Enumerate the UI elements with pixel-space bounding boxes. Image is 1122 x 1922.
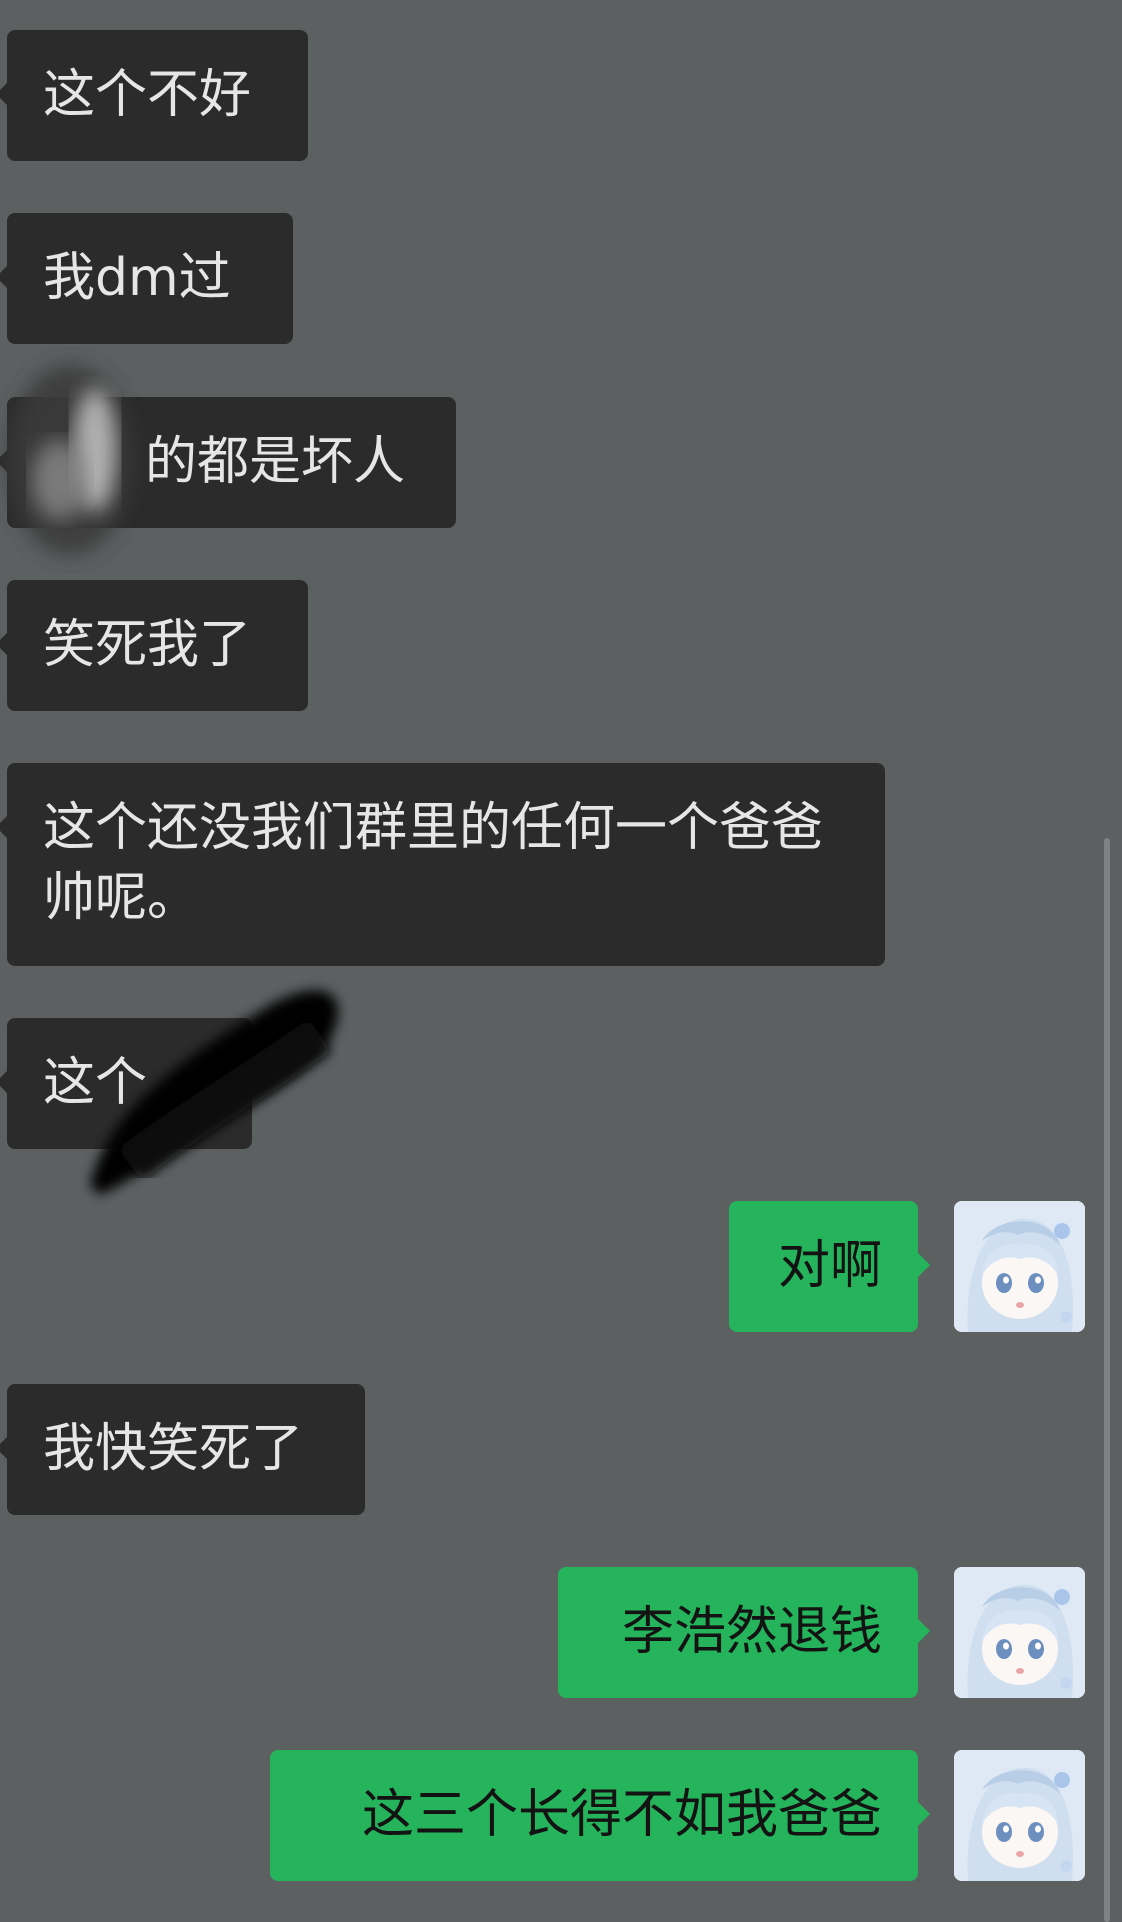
anime-girl-avatar-icon[interactable]: [954, 1567, 1085, 1698]
message-bubble-incoming[interactable]: 我dm过: [0, 213, 293, 344]
message-text: 李浩然退钱: [621, 1602, 882, 1662]
chat-area[interactable]: 这个不好 我dm过 的都是坏人 笑死我了 这个还没我们群里的任何一个爸爸帅呢。 …: [0, 0, 1122, 1922]
message-text: 对啊: [777, 1236, 882, 1296]
message-text: 笑死我了: [43, 615, 252, 675]
message-text: 我dm过: [43, 248, 231, 308]
message-bubble-incoming[interactable]: 这个还没我们群里的任何一个爸爸帅呢。: [0, 763, 885, 966]
message-bubble-outgoing[interactable]: 对啊: [729, 1201, 930, 1332]
anime-girl-avatar-icon[interactable]: [954, 1201, 1085, 1332]
message-bubble-outgoing[interactable]: 这三个长得不如我爸爸: [270, 1750, 930, 1881]
message-bubble-incoming[interactable]: 这个不好: [0, 30, 308, 161]
message-text: 我快笑死了: [43, 1419, 304, 1479]
message-bubble-incoming[interactable]: 我快笑死了: [0, 1384, 365, 1515]
message-bubble-outgoing[interactable]: 李浩然退钱: [558, 1567, 930, 1698]
message-text: 这个还没我们群里的任何一个爸爸帅呢。: [43, 798, 824, 928]
message-bubble-incoming[interactable]: 这个: [0, 1018, 252, 1149]
message-text: 这个不好: [43, 65, 252, 125]
message-text: 这三个长得不如我爸爸: [361, 1785, 882, 1845]
message-text: 的都是坏人: [145, 432, 406, 492]
anime-girl-avatar-icon[interactable]: [954, 1750, 1085, 1881]
scrollbar[interactable]: [1104, 838, 1110, 1922]
message-text: 这个: [43, 1053, 148, 1113]
message-bubble-incoming[interactable]: 的都是坏人: [0, 397, 456, 528]
message-bubble-incoming[interactable]: 笑死我了: [0, 580, 308, 711]
